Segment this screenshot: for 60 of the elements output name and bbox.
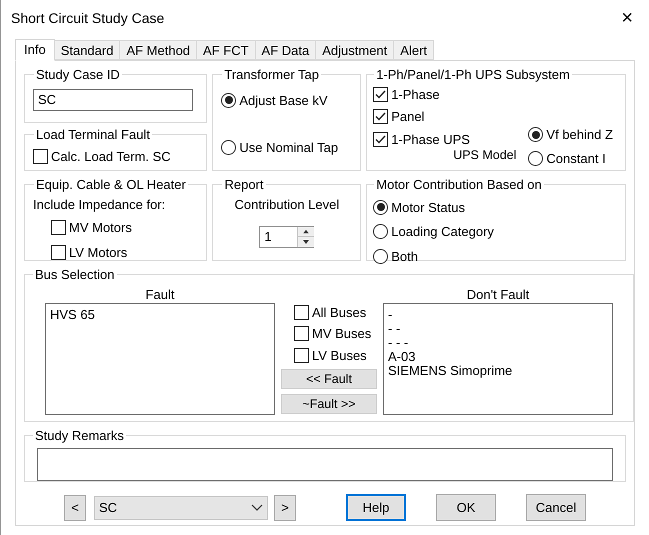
contribution-level-spinner[interactable]: 1 — [259, 226, 314, 248]
caption-text: Include Impedance for: — [33, 196, 166, 214]
checkbox[interactable]: LV Buses — [294, 346, 367, 365]
checkbox[interactable]: 1-Phase — [373, 84, 440, 104]
radio-button[interactable]: Loading Category — [373, 222, 494, 242]
list-item[interactable]: - — [388, 308, 392, 322]
group-title: Bus Selection — [34, 266, 116, 284]
checkbox[interactable]: LV Motors — [51, 242, 128, 262]
checkbox[interactable]: MV Buses — [294, 324, 372, 344]
group-title: Study Case ID — [35, 66, 121, 84]
checkbox[interactable]: Panel — [373, 107, 424, 126]
list-item[interactable]: - - — [388, 322, 400, 336]
group-title: Load Terminal Fault — [35, 126, 151, 144]
tab[interactable]: AF FCT — [197, 40, 256, 60]
transfer-button[interactable]: << Fault — [281, 369, 377, 389]
checkbox[interactable]: 1-Phase UPS — [373, 130, 470, 149]
dont-fault-list[interactable]: - - - - - - A-03 SIEMENS Simoprime — [383, 302, 613, 414]
radio-button[interactable]: Use Nominal Tap — [221, 138, 338, 158]
dialog-button[interactable]: Cancel — [526, 494, 586, 521]
checkbox[interactable]: MV Motors — [51, 218, 132, 238]
radio-button[interactable]: Both — [373, 246, 418, 266]
study-remarks-field[interactable] — [37, 448, 613, 480]
previous-button[interactable]: < — [64, 494, 86, 520]
caption-text: Contribution Level — [233, 196, 340, 214]
transfer-button[interactable]: ~Fault >> — [281, 394, 377, 414]
radio-button[interactable]: Adjust Base kV — [221, 90, 328, 110]
dialog-button[interactable]: OK — [436, 494, 496, 521]
group-title: Equip. Cable & OL Heater — [35, 176, 187, 194]
chevron-down-icon — [251, 504, 263, 512]
checkbox[interactable]: All Buses — [294, 302, 366, 322]
group-title: 1-Ph/Panel/1-Ph UPS Subsystem — [375, 66, 571, 84]
group-title: Motor Contribution Based on — [375, 176, 543, 194]
tab[interactable]: Info — [15, 39, 55, 61]
group-title: Report — [223, 176, 264, 194]
close-button[interactable]: × — [617, 8, 637, 28]
dialog-button[interactable]: Help — [346, 494, 406, 521]
radio-button[interactable]: Constant I — [528, 148, 606, 168]
study-case-dropdown[interactable]: SC — [94, 496, 268, 520]
list-item[interactable]: SIEMENS Simoprime — [388, 364, 512, 378]
tab[interactable]: Alert — [394, 40, 434, 60]
tab[interactable]: AF Method — [120, 40, 198, 60]
window-title: Short Circuit Study Case — [11, 8, 164, 28]
list-item[interactable]: - - - — [388, 336, 408, 350]
list-item[interactable]: HVS 65 — [50, 308, 95, 322]
checkmark-icon — [374, 110, 388, 124]
radio-button[interactable]: Motor Status — [373, 198, 465, 217]
field-label: UPS Model — [453, 147, 516, 164]
study-case-id-field[interactable]: SC — [33, 88, 193, 110]
tab[interactable]: Adjustment — [316, 40, 394, 60]
tab[interactable]: Standard — [54, 40, 120, 60]
radio-button[interactable]: Vf behind Z — [528, 125, 613, 144]
column-heading: Don't Fault — [466, 286, 530, 302]
next-button[interactable]: > — [274, 494, 296, 520]
tab[interactable]: AF Data — [256, 40, 316, 60]
checkbox[interactable]: Calc. Load Term. SC — [33, 146, 171, 166]
group-title: Study Remarks — [34, 427, 125, 445]
list-item[interactable]: A-03 — [388, 350, 416, 364]
group-title: Transformer Tap — [223, 66, 320, 84]
column-heading: Fault — [144, 286, 176, 302]
fault-list[interactable]: HVS 65 — [45, 302, 275, 414]
